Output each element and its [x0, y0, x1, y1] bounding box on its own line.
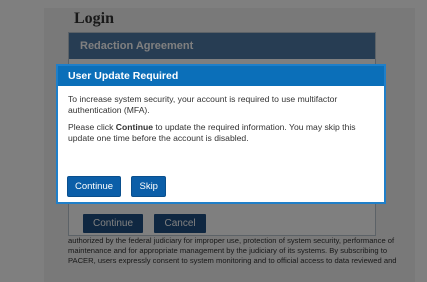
continue-instruction-text: Please click Continue to update the requ…: [68, 122, 374, 143]
user-update-required-dialog: User Update Required To increase system …: [56, 64, 386, 204]
instruction-continue-emphasis: Continue: [115, 122, 153, 132]
instruction-prefix: Please click: [68, 122, 116, 132]
continue-button[interactable]: Continue: [67, 176, 122, 197]
skip-button[interactable]: Skip: [131, 176, 166, 197]
dialog-buttons: Continue Skip: [67, 176, 172, 197]
dialog-title: User Update Required: [58, 66, 384, 86]
mfa-requirement-text: To increase system security, your accoun…: [68, 94, 338, 115]
dialog-body: To increase system security, your accoun…: [58, 86, 384, 143]
